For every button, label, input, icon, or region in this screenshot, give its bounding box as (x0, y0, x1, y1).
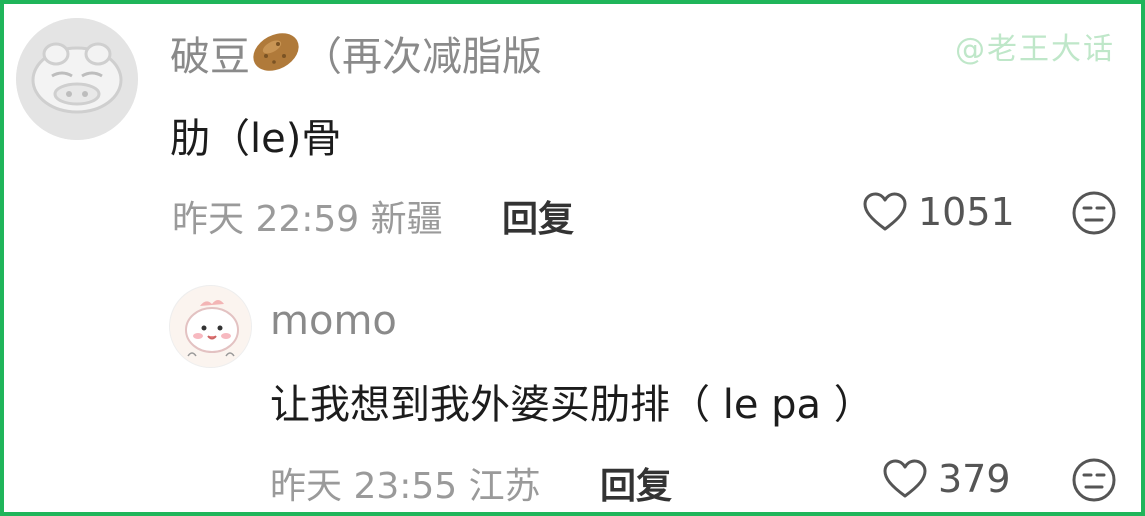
username-text: 破豆 (170, 34, 250, 80)
reply-meta: 昨天 23:55 江苏 (270, 457, 541, 509)
reply-location: 江苏 (468, 466, 541, 507)
comment-meta: 昨天 22:59 新疆 (172, 190, 443, 242)
like-count: 1051 (918, 190, 1015, 234)
comment-username[interactable]: 破豆 （再次减脂版 (170, 24, 542, 84)
avatar[interactable] (16, 18, 138, 140)
neutral-face-icon (1072, 191, 1116, 235)
reply-reply-button[interactable]: 回复 (600, 457, 672, 509)
reply-time: 昨天 23:55 (270, 466, 458, 507)
comment-location: 新疆 (370, 199, 443, 240)
comment-text: 肋（le)骨 (170, 116, 342, 162)
reply-username[interactable]: momo (270, 298, 397, 344)
reply-text: 让我想到我外婆买肋排（ le pa ） (270, 382, 874, 428)
reply-avatar-image (170, 286, 251, 367)
neutral-face-icon (1072, 458, 1116, 502)
watermark: @老王大话 (955, 32, 1115, 67)
reply-avatar[interactable] (169, 285, 252, 368)
avatar-image (16, 18, 138, 140)
comment-time: 昨天 22:59 (172, 199, 360, 240)
reply-dislike-button[interactable] (1071, 457, 1117, 507)
reply-like-count: 379 (938, 457, 1011, 501)
username-suffix: （再次减脂版 (302, 34, 542, 80)
reply-like-button[interactable]: 379 (882, 457, 1011, 501)
reply-button[interactable]: 回复 (502, 190, 574, 242)
like-button[interactable]: 1051 (862, 190, 1015, 234)
dislike-button[interactable] (1071, 190, 1117, 240)
comment-panel: @老王大话 破豆 （再次减脂版 肋（le)骨 昨天 22:59 新疆 回复 10… (0, 0, 1145, 516)
potato-emoji (250, 30, 302, 84)
heart-outline-icon (863, 192, 907, 231)
heart-outline-icon (883, 459, 927, 498)
